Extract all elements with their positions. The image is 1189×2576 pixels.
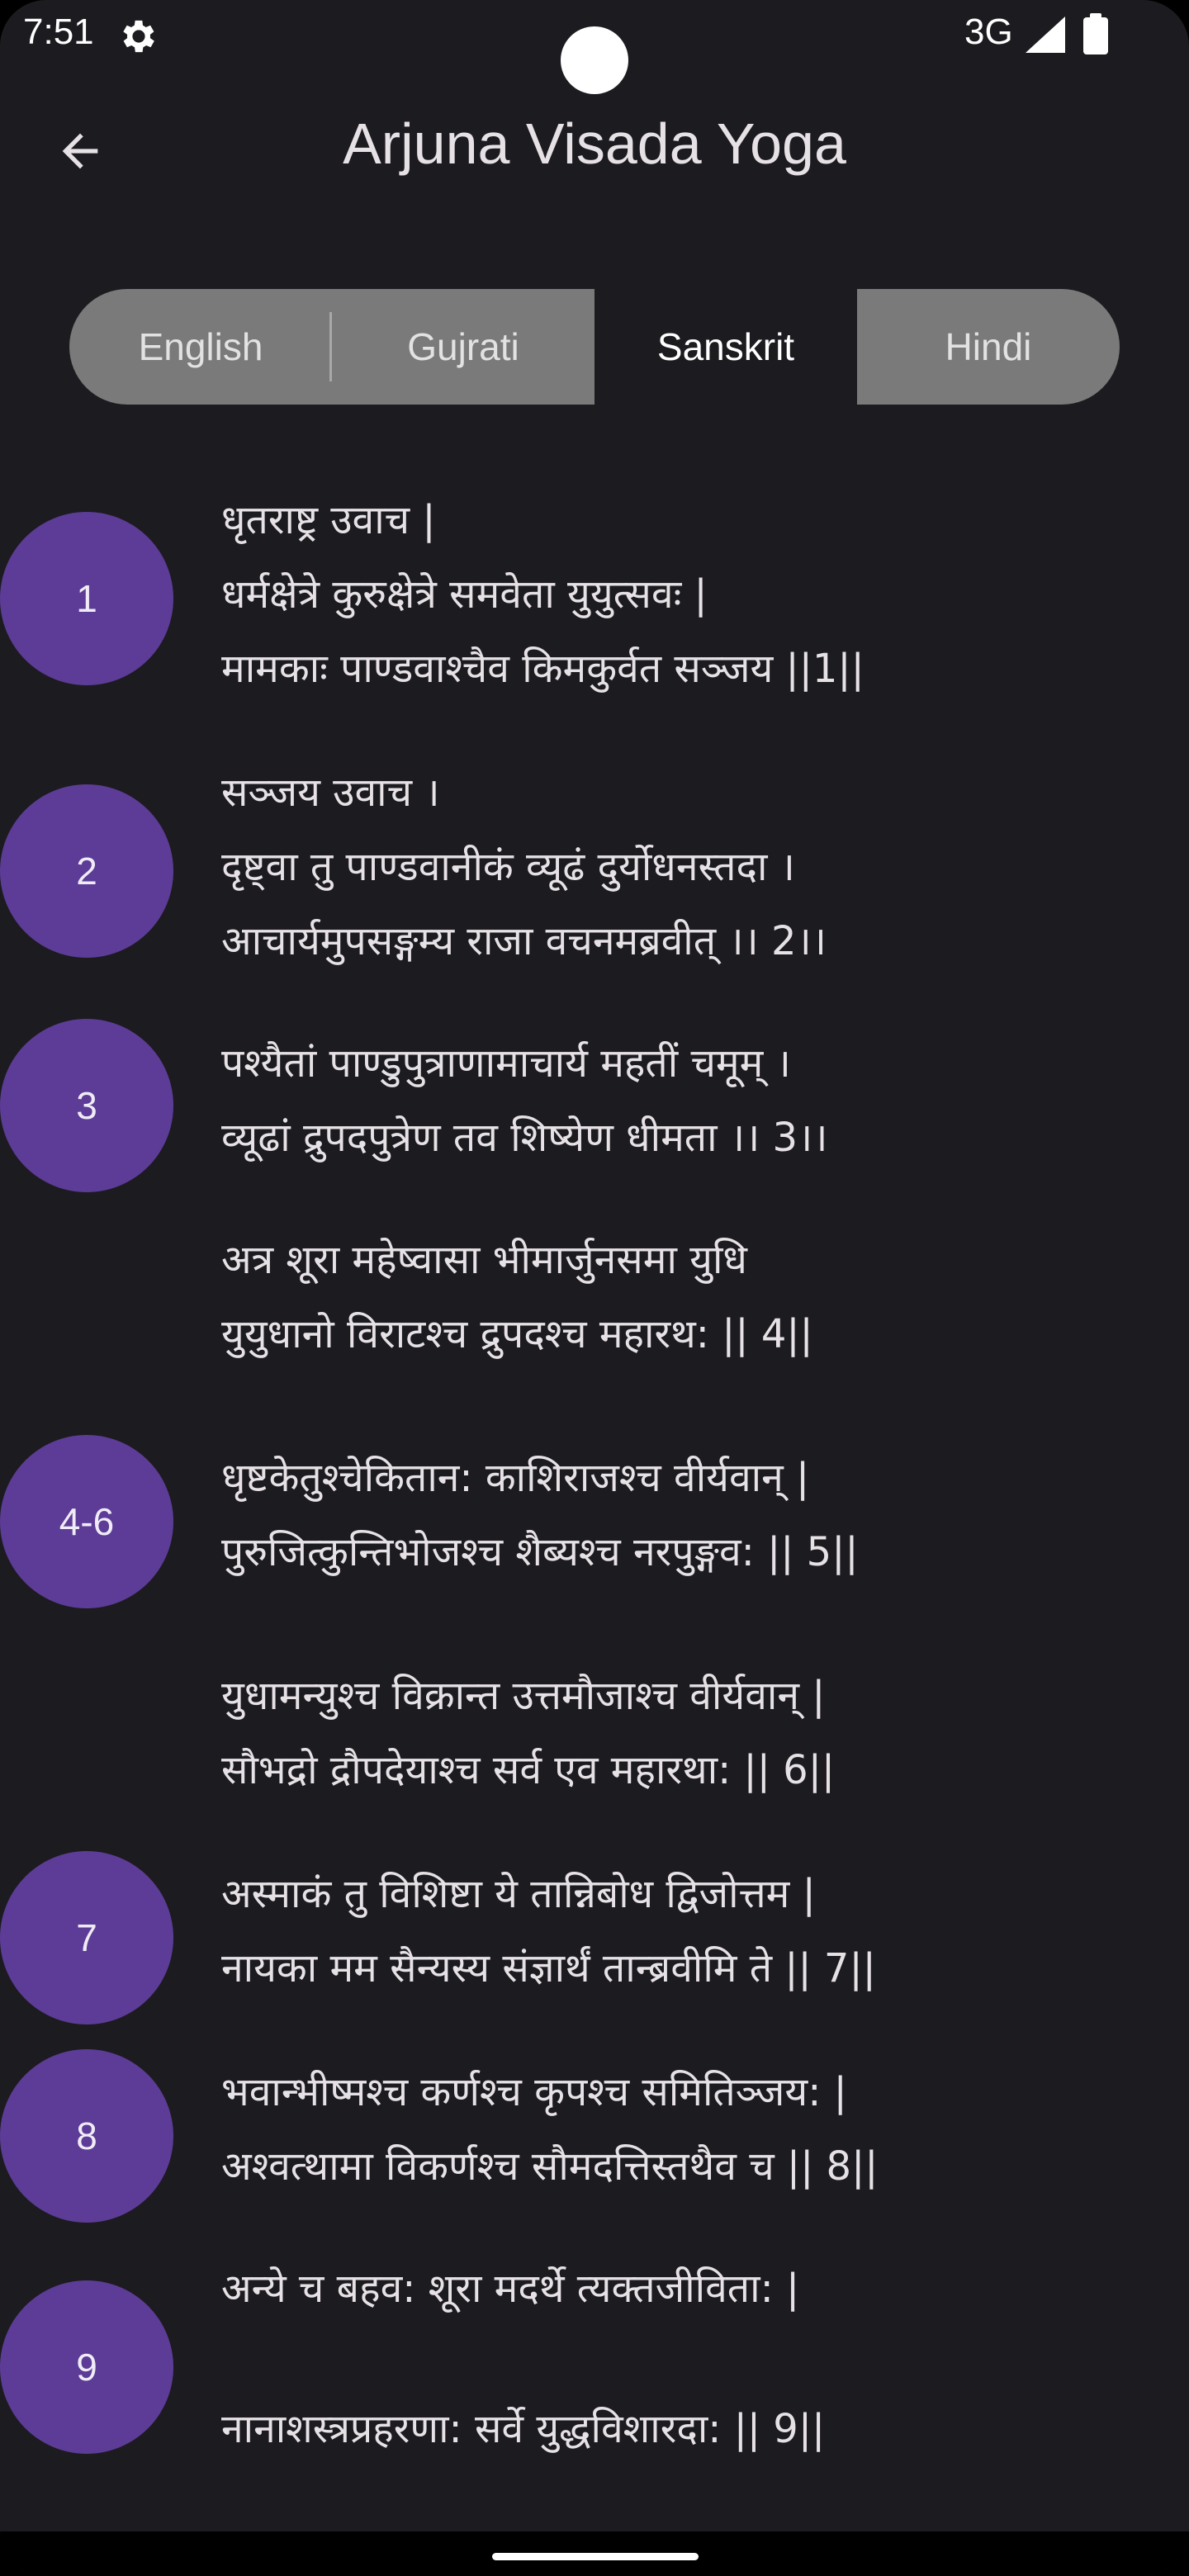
verse-number-badge[interactable]: 1 [0,512,173,685]
verse-line: व्यूढां द्रुपदपुत्रेण तव शिष्येण धीमता ।… [221,1115,828,1161]
tab-gujrati[interactable]: Gujrati [332,289,594,405]
verse-line: युधामन्युश्च विक्रान्त उत्तमौजाश्च वीर्य… [221,1673,826,1719]
language-tabs: English Gujrati Sanskrit Hindi [69,289,1120,405]
verse-number-badge[interactable]: 8 [0,2049,173,2223]
app-screen: 7:51 3G Arjuna Visada Yoga English Gujra… [0,0,1189,2576]
status-time: 7:51 [23,12,94,52]
app-bar: Arjuna Visada Yoga [0,91,1189,215]
tab-english[interactable]: English [69,289,332,405]
verse-line: धृष्टकेतुश्चेकितान: काशिराजश्च वीर्यवान्… [221,1455,810,1501]
verse-line: धृतराष्ट्र उवाच | [221,497,436,543]
signal-icon [1026,17,1065,53]
verse-line: सौभद्रो द्रौपदेयाश्च सर्व एव महारथा: || … [221,1747,836,1793]
verse-line: भवान्भीष्मश्च कर्णश्च कृपश्च समितिञ्जय: … [221,2069,847,2115]
verse-number-badge[interactable]: 2 [0,784,173,958]
verse-line: पश्यैतां पाण्डुपुत्राणामाचार्य महतीं चमू… [221,1040,791,1087]
verse-line: युयुधानो विराटश्च द्रुपदश्च महारथ: || 4|… [221,1311,813,1357]
page-title: Arjuna Visada Yoga [343,111,846,176]
verse-line: पुरुजित्कुन्तिभोजश्च शैब्यश्च नरपुङ्गव: … [221,1529,859,1575]
tab-label: Sanskrit [656,325,795,368]
verse-line: अत्र शूरा महेष्वासा भीमार्जुनसमा युधि [221,1237,747,1283]
gear-icon [123,20,154,53]
tab-sanskrit[interactable]: Sanskrit [594,289,857,405]
verse-line: धर्मक्षेत्रे कुरुक्षेत्रे समवेता युयुत्स… [221,571,708,618]
verse-line: नानाशस्त्रप्रहरणा: सर्वे युद्धविशारदा: |… [221,2406,826,2452]
verse-number-badge[interactable]: 9 [0,2280,173,2454]
verse-number-badge[interactable]: 7 [0,1851,173,2024]
tab-label: English [138,325,263,368]
verse-number-badge[interactable]: 3 [0,1019,173,1192]
verse-line: दृष्ट्वा तु पाण्डवानीकं व्यूढं दुर्योधनस… [221,844,795,890]
camera-cutout [561,26,628,94]
verse-line: मामकाः पाण्डवाश्चैव किमकुर्वत सञ्जय ||1|… [221,646,865,692]
tab-label: Hindi [945,325,1032,368]
verse-line: आचार्यमुपसङ्गम्य राजा वचनमब्रवीत् ।। 2।। [221,918,827,964]
verse-line: नायका मम सैन्यस्य संज्ञार्थं तान्ब्रवीमि… [221,1945,876,1991]
battery-icon [1083,13,1108,54]
verse-line: अन्ये च बहव: शूरा मदर्थे त्यक्तजीविता: | [221,2266,800,2312]
network-type: 3G [964,12,1013,52]
verse-line: अस्माकं तु विशिष्टा ये तान्निबोध द्विजोत… [221,1871,816,1917]
verse-line: अश्वत्थामा विकर्णश्च सौमदत्तिस्तथैव च ||… [221,2143,879,2190]
status-bar: 7:51 3G [0,0,1189,94]
tab-hindi[interactable]: Hindi [857,289,1120,405]
verse-line: सञ्जय उवाच । [221,769,440,816]
tab-label: Gujrati [407,325,519,368]
verse-number-badge[interactable]: 4-6 [0,1435,173,1608]
home-gesture-handle[interactable] [492,2553,699,2560]
